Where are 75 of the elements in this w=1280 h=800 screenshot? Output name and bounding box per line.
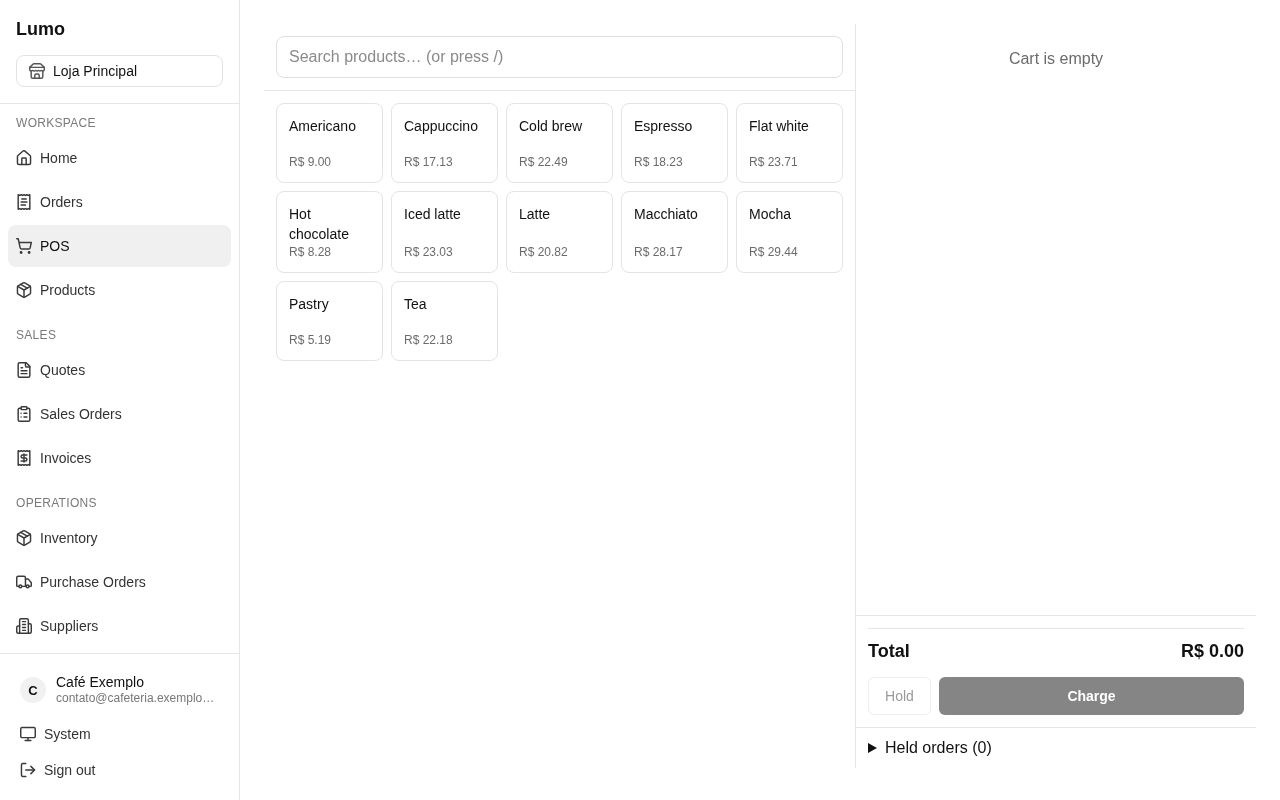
home-icon [16, 150, 32, 166]
product-price: R$ 17.13 [404, 154, 453, 170]
footer-menu-item[interactable]: System [12, 716, 227, 752]
product-price: R$ 8.28 [289, 244, 332, 260]
product-card[interactable]: Espresso R$ 18.23 [621, 103, 728, 183]
box-icon [16, 282, 32, 298]
product-card[interactable]: Flat white R$ 23.71 [736, 103, 843, 183]
nav-item[interactable]: POS [8, 225, 231, 267]
product-card[interactable]: Macchiato R$ 28.17 [621, 191, 728, 273]
document-icon [16, 362, 32, 378]
product-price: R$ 22.18 [404, 332, 453, 348]
nav-item[interactable]: Sales Orders [8, 393, 231, 435]
nav-item[interactable]: Orders [8, 181, 231, 223]
store-icon [29, 63, 45, 79]
product-name: Hot chocolate [289, 205, 350, 244]
product-card[interactable]: Iced latte R$ 23.03 [391, 191, 498, 273]
cart-icon [16, 238, 32, 254]
product-price: R$ 28.17 [634, 244, 683, 260]
section-heading: WORKSPACE [15, 115, 97, 132]
truck-icon [16, 574, 32, 590]
user-email: contato@cafeteria.exemplo… [56, 690, 215, 706]
product-price: R$ 29.44 [749, 244, 798, 260]
caret-right-icon [868, 743, 877, 753]
product-price: R$ 23.71 [749, 154, 798, 170]
building-icon [16, 618, 32, 634]
nav-item[interactable]: Home [8, 137, 231, 179]
clipboard-list-icon [16, 406, 32, 422]
product-price: R$ 22.49 [519, 154, 568, 170]
product-name: Iced latte [404, 205, 461, 224]
product-name: Americano [289, 117, 356, 136]
product-name: Pastry [289, 295, 329, 314]
product-name: Macchiato [634, 205, 698, 224]
product-name: Espresso [634, 117, 693, 136]
nav-item[interactable]: Invoices [8, 437, 231, 479]
product-price: R$ 20.82 [519, 244, 568, 260]
product-card[interactable]: Hot chocolate R$ 8.28 [276, 191, 383, 273]
user-avatar: C [20, 677, 46, 703]
product-price: R$ 5.19 [289, 332, 332, 348]
product-price: R$ 23.03 [404, 244, 453, 260]
product-card[interactable]: Cold brew R$ 22.49 [506, 103, 613, 183]
search-field[interactable]: Search products… (or press /) [276, 36, 843, 78]
dollar-receipt-icon [16, 450, 32, 466]
monitor-icon [20, 726, 36, 742]
product-price: R$ 18.23 [634, 154, 683, 170]
nav-item[interactable]: Quotes [8, 349, 231, 391]
product-card[interactable]: Mocha R$ 29.44 [736, 191, 843, 273]
logout-icon [20, 762, 36, 778]
product-card[interactable]: Cappuccino R$ 17.13 [391, 103, 498, 183]
product-price: R$ 9.00 [289, 154, 332, 170]
total-label: Total [868, 641, 910, 661]
product-card[interactable]: Americano R$ 9.00 [276, 103, 383, 183]
product-card[interactable]: Pastry R$ 5.19 [276, 281, 383, 361]
product-name: Tea [404, 295, 427, 314]
store-selector[interactable]: Loja Principal [16, 55, 223, 87]
product-name: Latte [519, 205, 551, 224]
receipt-icon [16, 194, 32, 210]
brand-name: Lumo [16, 18, 66, 41]
product-name: Flat white [749, 117, 809, 136]
nav-item[interactable]: Products [8, 269, 231, 311]
nav-item[interactable]: Suppliers [8, 605, 231, 647]
total-value: R$ 0.00 [1180, 641, 1244, 661]
product-name: Cappuccino [404, 117, 478, 136]
product-name: Mocha [749, 205, 792, 224]
section-heading: OPERATIONS [15, 495, 98, 512]
nav-item[interactable]: Purchase Orders [8, 561, 231, 603]
product-card[interactable]: Tea R$ 22.18 [391, 281, 498, 361]
held-orders-toggle[interactable]: Held orders (0) [868, 738, 992, 758]
empty-cart-message: Cart is empty [1008, 49, 1104, 69]
product-name: Cold brew [519, 117, 583, 136]
section-heading: SALES [15, 327, 58, 344]
product-card[interactable]: Latte R$ 20.82 [506, 191, 613, 273]
box-icon [16, 530, 32, 546]
footer-menu-item[interactable]: Sign out [12, 752, 227, 788]
user-name: Café Exemplo [56, 674, 145, 690]
nav-item[interactable]: Inventory [8, 517, 231, 559]
